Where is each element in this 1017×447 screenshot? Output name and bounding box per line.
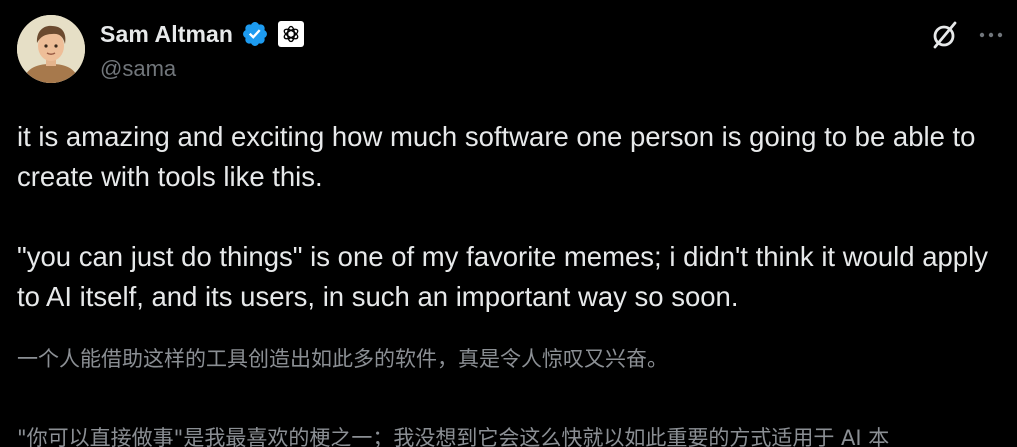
translation-text: 一个人能借助这样的工具创造出如此多的软件，真是令人惊叹又兴奋。 "你可以直接做事… <box>17 343 1007 447</box>
translation-line: "你可以直接做事"是我最喜欢的梗之一；我没想到它会这么快就以如此重要的方式适用于… <box>17 426 890 447</box>
tweet-paragraph: "you can just do things" is one of my fa… <box>17 241 988 312</box>
author-display-name[interactable]: Sam Altman <box>100 21 233 48</box>
more-options-icon[interactable] <box>974 18 1008 52</box>
openai-logo-icon[interactable] <box>278 21 305 47</box>
author-name-row: Sam Altman <box>100 18 305 50</box>
tweet-paragraph: it is amazing and exciting how much soft… <box>17 121 976 192</box>
verified-badge-icon[interactable] <box>241 20 269 48</box>
translation-line: 一个人能借助这样的工具创造出如此多的软件，真是令人惊叹又兴奋。 <box>17 347 668 371</box>
tweet-text: it is amazing and exciting how much soft… <box>17 117 1007 317</box>
grok-icon[interactable] <box>928 18 962 52</box>
translation-spacer <box>17 375 1007 422</box>
author-handle[interactable]: @sama <box>100 56 176 82</box>
avatar[interactable] <box>17 15 85 83</box>
